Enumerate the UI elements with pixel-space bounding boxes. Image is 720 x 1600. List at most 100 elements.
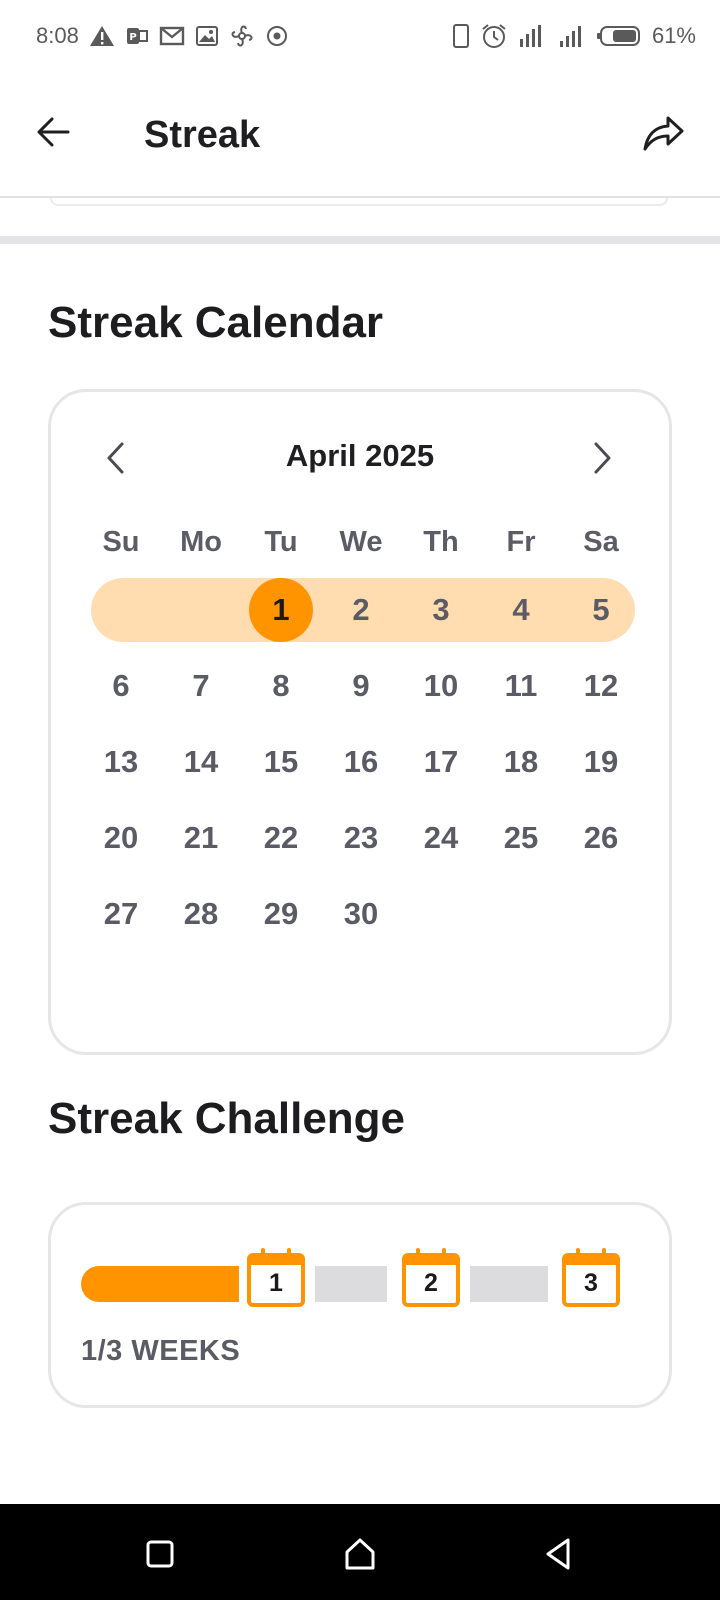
- calendar-day[interactable]: 12: [561, 654, 641, 718]
- status-time: 8:08: [36, 23, 79, 48]
- alarm-icon: [482, 24, 506, 48]
- battery-percent: 61%: [651, 23, 696, 48]
- calendar-day-number: 18: [503, 744, 539, 779]
- calendar-day-number: 30: [343, 896, 379, 931]
- challenge-section-title: Streak Challenge: [48, 1094, 406, 1143]
- arrow-left-icon: [37, 117, 70, 147]
- recent-apps-icon: [146, 1540, 174, 1568]
- calendar-day[interactable]: 19: [561, 730, 641, 794]
- calendar-day-number: 10: [423, 668, 459, 703]
- progress-segment-completed: [81, 1266, 239, 1302]
- calendar-day-number: 11: [504, 668, 538, 703]
- section-divider: [0, 236, 720, 244]
- cell-signal-icon: [559, 26, 581, 47]
- calendar-day[interactable]: 17: [401, 730, 481, 794]
- calendar-day[interactable]: 6: [81, 654, 161, 718]
- challenge-card: 1 2 3 1/3 WEEKS: [48, 1202, 672, 1408]
- calendar-day[interactable]: 10: [401, 654, 481, 718]
- calendar-week-row: 20 21 22 23 24 25 26: [81, 806, 641, 870]
- calendar-day-number: 20: [103, 820, 139, 855]
- back-button[interactable]: [34, 112, 74, 152]
- weekday-label: Mo: [180, 526, 222, 558]
- calendar-day[interactable]: 30: [321, 882, 401, 946]
- calendar-day[interactable]: 27: [81, 882, 161, 946]
- mail-icon: [159, 26, 185, 46]
- calendar-day-number: 17: [423, 744, 459, 779]
- calendar-day[interactable]: 3: [401, 578, 481, 642]
- weekday-label: Sa: [583, 526, 619, 558]
- progress-segment-pending: [470, 1266, 548, 1302]
- warning-icon: [89, 26, 114, 46]
- home-icon: [345, 1538, 375, 1570]
- calendar-week-row: 6 7 8 9 10 11 12: [81, 654, 641, 718]
- calendar-day[interactable]: 29: [241, 882, 321, 946]
- calendar-section-title: Streak Calendar: [48, 298, 384, 347]
- calendar-day[interactable]: 25: [481, 806, 561, 870]
- calendar-day[interactable]: 11: [481, 654, 561, 718]
- weekday-header: Su Mo Tu We Th Fr Sa: [81, 510, 641, 574]
- weekday-label: Su: [102, 526, 140, 558]
- calendar-week-row: 13 14 15 16 17 18 19: [81, 730, 641, 794]
- calendar-day-number: 23: [343, 820, 379, 855]
- calendar-day-number: 22: [263, 820, 299, 855]
- calendar-day[interactable]: 23: [321, 806, 401, 870]
- svg-text:P: P: [129, 32, 136, 43]
- weekday-label: Fr: [506, 526, 536, 558]
- calendar-empty-cell: [561, 882, 641, 946]
- calendar-day[interactable]: 26: [561, 806, 641, 870]
- system-back-button[interactable]: [538, 1534, 578, 1574]
- calendar-empty-cell: [161, 578, 241, 642]
- calendar-day[interactable]: 22: [241, 806, 321, 870]
- share-button[interactable]: [640, 112, 688, 156]
- calendar-day[interactable]: 16: [321, 730, 401, 794]
- calendar-day[interactable]: 18: [481, 730, 561, 794]
- outlook-icon: P: [126, 28, 148, 44]
- calendar-day[interactable]: 5: [561, 578, 641, 642]
- calendar-day[interactable]: 9: [321, 654, 401, 718]
- milestone-week-1: 1: [246, 1247, 306, 1309]
- calendar-day[interactable]: 4: [481, 578, 561, 642]
- month-label: April 2025: [285, 438, 435, 473]
- progress-segment-pending: [315, 1266, 387, 1302]
- calendar-day[interactable]: 21: [161, 806, 241, 870]
- share-icon: [643, 116, 684, 151]
- calendar-day-number: 12: [583, 668, 619, 703]
- target-icon: [266, 26, 287, 46]
- app-bar: Streak: [0, 72, 720, 198]
- calendar-day[interactable]: 2: [321, 578, 401, 642]
- calendar-day-number: 1: [272, 592, 290, 627]
- calendar-day[interactable]: 8: [241, 654, 321, 718]
- system-nav-bar: [0, 1504, 720, 1600]
- status-bar: 8:08 P 61%: [0, 0, 720, 72]
- status-right: 61%: [452, 22, 696, 50]
- calendar-day[interactable]: 24: [401, 806, 481, 870]
- calendar-day-number: 16: [343, 744, 379, 779]
- weeks-progress-label: 1/3 WEEKS: [81, 1335, 241, 1367]
- calendar-day-number: 27: [103, 896, 139, 931]
- calendar-day[interactable]: 7: [161, 654, 241, 718]
- calendar-day-number: 3: [432, 592, 450, 627]
- calendar-day-number: 5: [592, 592, 610, 627]
- next-month-button[interactable]: [581, 436, 621, 480]
- calendar-day-active[interactable]: 1: [241, 578, 321, 642]
- calendar-day-number: 28: [183, 896, 219, 931]
- calendar-week-row: 1 2 3 4 5: [81, 578, 641, 642]
- calendar-empty-cell: [81, 578, 161, 642]
- wifi-signal-icon: [519, 25, 541, 47]
- calendar-day-number: 15: [263, 744, 299, 779]
- calendar-day[interactable]: 20: [81, 806, 161, 870]
- calendar-day[interactable]: 28: [161, 882, 241, 946]
- calendar-day[interactable]: 14: [161, 730, 241, 794]
- image-icon: [195, 26, 218, 46]
- calendar-day-number: 14: [183, 744, 219, 779]
- recent-apps-button[interactable]: [140, 1534, 180, 1574]
- calendar-day[interactable]: 13: [81, 730, 161, 794]
- calendar-day-number: 26: [583, 820, 619, 855]
- calendar-day[interactable]: 15: [241, 730, 321, 794]
- calendar-day-number: 13: [103, 744, 139, 779]
- home-button[interactable]: [340, 1534, 380, 1574]
- calendar-day-number: 29: [263, 896, 299, 931]
- calendar-day-number: 21: [183, 820, 219, 855]
- milestone-week-3: 3: [561, 1247, 621, 1309]
- calendar-empty-cell: [481, 882, 561, 946]
